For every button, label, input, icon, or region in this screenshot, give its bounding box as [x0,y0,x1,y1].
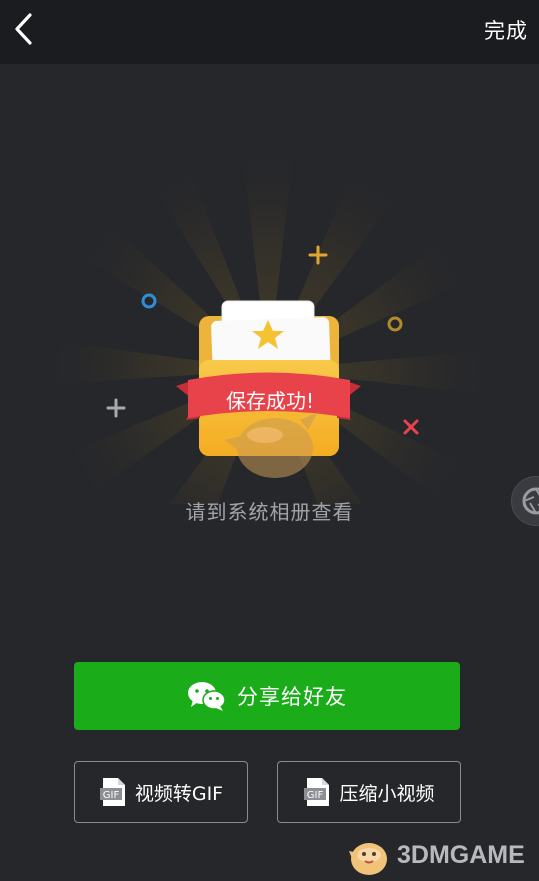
back-button[interactable] [8,10,44,50]
svg-text:GIF: GIF [307,790,324,801]
success-banner: 保存成功! [176,372,361,420]
floating-camera-button[interactable] [511,476,539,526]
svg-text:GIF: GIF [103,790,120,801]
gif-file-icon: GIF [99,778,125,806]
gif-file-icon: GIF [304,778,330,806]
done-button[interactable]: 完成 [484,15,528,45]
success-banner-text: 保存成功! [226,389,314,413]
compress-video-button[interactable]: GIF 压缩小视频 [277,761,461,823]
top-bar: 完成 [0,0,539,64]
share-button-label: 分享给好友 [237,685,347,709]
save-location-message: 请到系统相册查看 [185,500,354,524]
site-watermark: 3DMGAME [345,830,535,880]
compress-video-label: 压缩小视频 [339,782,435,805]
camera-shutter-icon [522,487,539,515]
mascot-logo-icon [349,843,387,875]
video-to-gif-button[interactable]: GIF 视频转GIF [74,761,248,823]
video-to-gif-label: 视频转GIF [134,782,224,805]
watermark-text: 3DMGAME [397,840,525,869]
back-arrow-icon [15,13,32,45]
wechat-icon [188,682,226,711]
share-to-friends-button[interactable]: 分享给好友 [74,662,460,730]
save-success-illustration: 保存成功! [40,140,495,504]
